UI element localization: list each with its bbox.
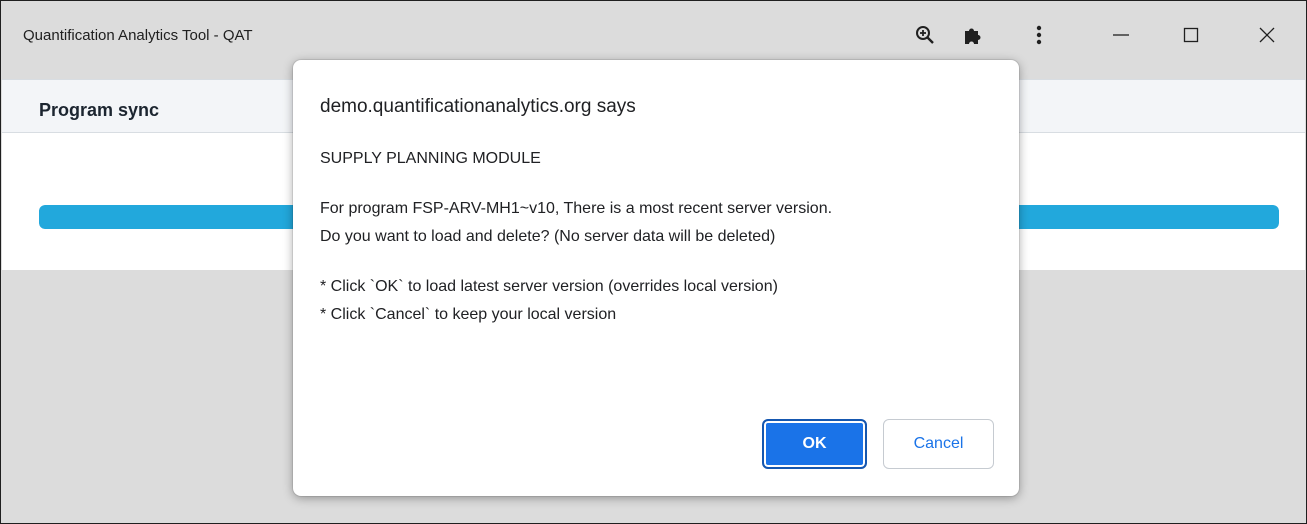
dialog-question-line: For program FSP-ARV-MH1~v10, There is a …: [320, 200, 833, 217]
more-vertical-icon[interactable]: [1019, 17, 1059, 53]
dialog-origin: demo.quantificationanalytics.org says: [320, 96, 636, 117]
minimize-icon[interactable]: [1101, 17, 1141, 53]
window-title: Quantification Analytics Tool - QAT: [23, 27, 253, 44]
dialog-question-line: Do you want to load and delete? (No serv…: [320, 228, 776, 245]
puzzle-icon[interactable]: [953, 17, 993, 53]
confirm-dialog: demo.quantificationanalytics.org says SU…: [293, 60, 1019, 496]
dialog-spacer: [320, 173, 1010, 195]
zoom-in-icon[interactable]: [905, 17, 945, 53]
maximize-icon[interactable]: [1171, 17, 1211, 53]
cancel-button[interactable]: Cancel: [883, 419, 994, 469]
dialog-module-line: SUPPLY PLANNING MODULE: [320, 150, 541, 167]
dialog-hint-line: * Click `OK` to load latest server versi…: [320, 278, 778, 295]
dialog-spacer: [320, 251, 1010, 273]
dialog-message: SUPPLY PLANNING MODULE For program FSP-A…: [320, 145, 1010, 329]
dialog-hint-line: * Click `Cancel` to keep your local vers…: [320, 306, 617, 323]
page-title: Program sync: [39, 100, 160, 120]
close-icon[interactable]: [1247, 17, 1287, 53]
title-bar: Quantification Analytics Tool - QAT: [1, 1, 1306, 69]
ok-button[interactable]: OK: [762, 419, 867, 469]
